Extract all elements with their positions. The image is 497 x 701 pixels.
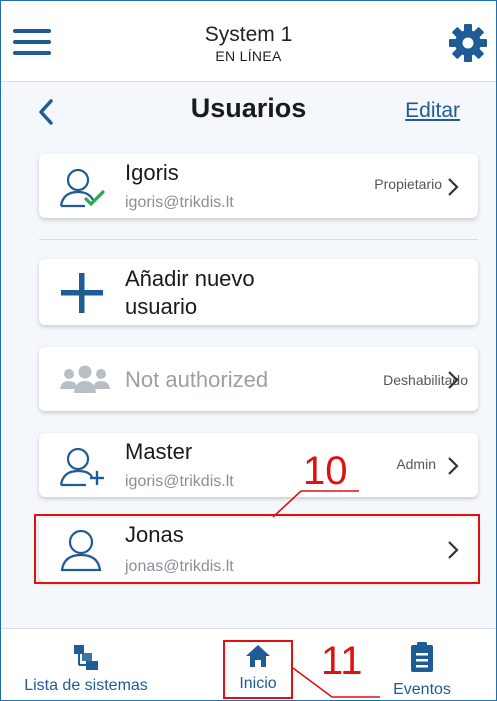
- users-group-icon: [60, 365, 110, 393]
- edit-button[interactable]: Editar: [405, 99, 460, 123]
- user-name: Jonas: [125, 522, 184, 547]
- tab-label: Inicio: [239, 675, 277, 692]
- page-header: Usuarios Editar: [1, 93, 496, 133]
- user-item-master[interactable]: Master igoris@trikdis.lt Admin: [39, 433, 478, 497]
- user-name: Master: [125, 439, 193, 464]
- tab-label: Eventos: [393, 681, 451, 698]
- tab-events[interactable]: Eventos: [381, 641, 463, 699]
- tab-systems-list[interactable]: Lista de sistemas: [1, 643, 171, 695]
- gear-icon[interactable]: [448, 23, 488, 63]
- user-name: Not authorized: [125, 367, 269, 392]
- user-item-igoris[interactable]: Igoris igoris@trikdis.lt Propietario: [39, 154, 478, 218]
- user-role: Propietario: [374, 176, 442, 192]
- user-item-not-authorized[interactable]: Not authorized Deshabilitado: [39, 347, 478, 411]
- user-icon: [60, 529, 102, 572]
- user-check-icon: [59, 168, 105, 208]
- clipboard-icon: [411, 642, 433, 672]
- add-user-label: Añadir nuevo usuario: [125, 266, 255, 319]
- add-user-button[interactable]: Añadir nuevo usuario: [39, 259, 478, 325]
- chevron-right-icon: [448, 371, 459, 389]
- user-email: jonas@trikdis.lt: [125, 558, 234, 575]
- top-bar: System 1 EN LÍNEA: [1, 1, 496, 82]
- system-status: EN LÍNEA: [215, 48, 282, 64]
- user-email: igoris@trikdis.lt: [125, 473, 234, 490]
- chevron-right-icon: [448, 178, 459, 196]
- user-email: igoris@trikdis.lt: [125, 194, 234, 211]
- chevron-right-icon: [448, 541, 459, 559]
- callout-number: 10: [303, 449, 348, 493]
- user-item-jonas[interactable]: Jonas jonas@trikdis.lt: [39, 518, 478, 582]
- callout-number: 11: [321, 639, 363, 683]
- bottom-navigation: Lista de sistemas Inicio Eventos 11: [1, 628, 496, 700]
- tab-label: Lista de sistemas: [24, 677, 148, 694]
- user-add-icon: [59, 447, 104, 487]
- user-role: Admin: [396, 456, 436, 472]
- app-frame: System 1 EN LÍNEA Usuarios Editar Igoris…: [0, 0, 497, 701]
- chevron-right-icon: [448, 457, 459, 475]
- systems-list-icon: [74, 645, 98, 670]
- tab-home[interactable]: Inicio: [223, 643, 293, 693]
- plus-icon: [61, 273, 103, 313]
- system-name: System 1: [204, 23, 293, 46]
- divider: [39, 239, 478, 240]
- user-name: Igoris: [125, 160, 179, 185]
- home-icon: [246, 645, 270, 667]
